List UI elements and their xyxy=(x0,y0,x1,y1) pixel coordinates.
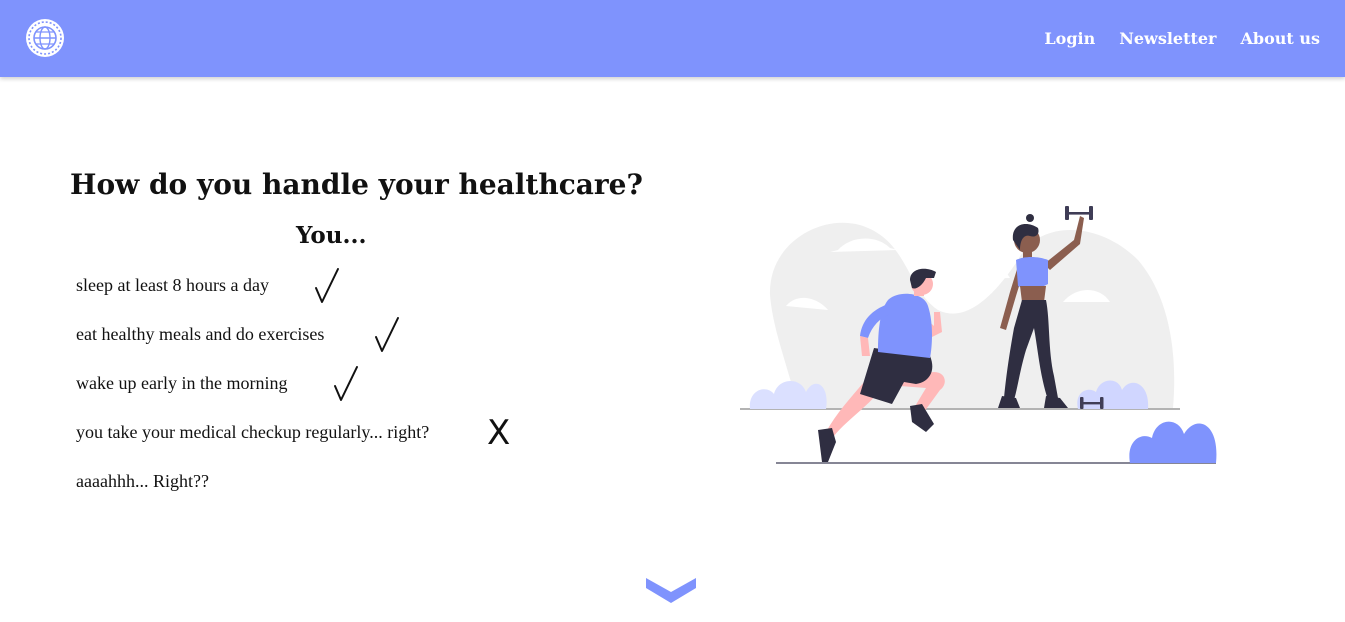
cross-mark: X xyxy=(487,413,511,453)
navbar: Login Newsletter About us xyxy=(0,0,1345,77)
habit-item: sleep at least 8 hours a day xyxy=(76,275,269,295)
hero-subtitle: You... xyxy=(296,222,367,249)
habit-item: you take your medical checkup regularly.… xyxy=(76,422,430,442)
nav-link-login[interactable]: Login xyxy=(1044,29,1095,48)
habit-item: aaaahhh... Right?? xyxy=(76,471,209,491)
nav-link-newsletter[interactable]: Newsletter xyxy=(1119,29,1216,48)
check-icon xyxy=(334,366,358,401)
nav-links: Login Newsletter About us xyxy=(1044,0,1320,77)
check-icon xyxy=(315,268,339,303)
hero-title: How do you handle your healthcare? xyxy=(70,168,643,201)
fitness-people-illustration xyxy=(740,206,1217,464)
globe-icon[interactable] xyxy=(25,18,65,58)
check-icon xyxy=(375,317,399,352)
chevron-down-icon[interactable] xyxy=(645,576,697,606)
habit-item: eat healthy meals and do exercises xyxy=(76,324,325,344)
nav-link-about-us[interactable]: About us xyxy=(1240,29,1320,48)
habit-item: wake up early in the morning xyxy=(76,373,288,393)
